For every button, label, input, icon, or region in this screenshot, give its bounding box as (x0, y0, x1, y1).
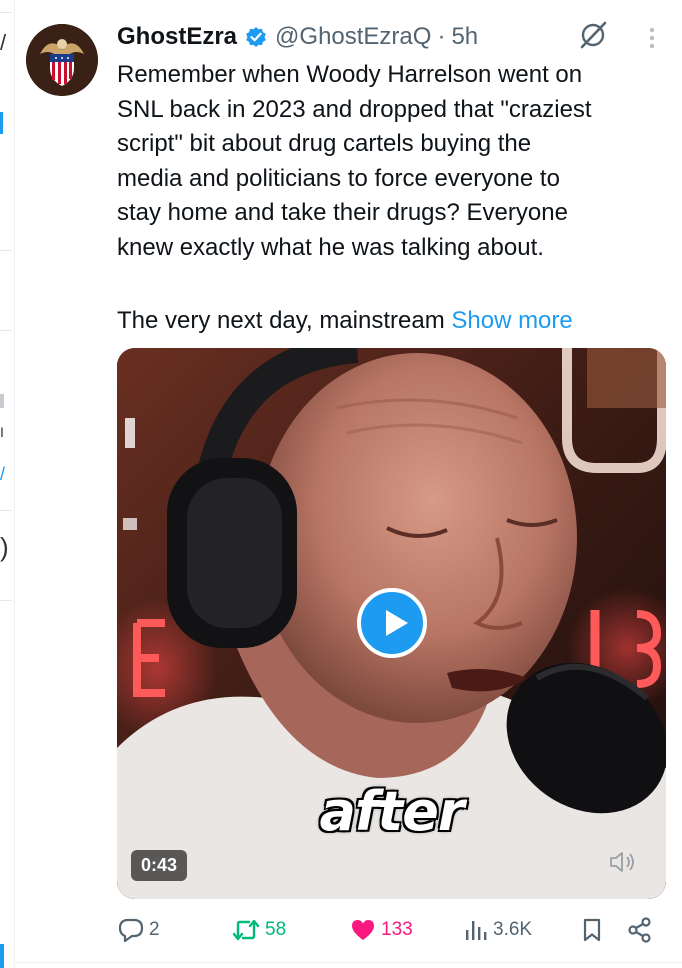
verified-badge-icon (245, 26, 267, 48)
play-icon (386, 610, 408, 636)
bookmark-icon (583, 918, 601, 942)
views-button[interactable]: 3.6K (463, 912, 532, 948)
column-divider (14, 0, 15, 968)
edge-accent (0, 944, 4, 968)
edge-scrollbar (0, 394, 4, 408)
repost-icon (232, 919, 260, 941)
edge-divider (0, 600, 12, 601)
reply-icon (118, 918, 144, 943)
heart-icon (352, 920, 374, 940)
video-player[interactable]: after 0:43 (117, 348, 666, 899)
repost-button[interactable]: 58 (231, 912, 286, 948)
tweet-text-truncated: The very next day, mainstream (117, 307, 452, 334)
edge-divider (0, 330, 12, 331)
tweet-divider (14, 962, 682, 963)
play-button[interactable] (357, 588, 427, 658)
video-caption: after (319, 780, 464, 843)
action-bar: 2 58 133 3.6K (117, 912, 662, 948)
edge-glyph: / (0, 464, 6, 484)
volume-muted-icon[interactable] (605, 845, 639, 879)
video-duration: 0:43 (131, 850, 188, 881)
handle[interactable]: @GhostEzraQ (275, 23, 431, 51)
more-vertical-icon[interactable] (644, 24, 660, 52)
reply-button[interactable]: 2 (117, 912, 160, 948)
display-name[interactable]: GhostEzra (117, 23, 237, 51)
edge-glyph: ) (0, 532, 9, 562)
show-more-link[interactable]: Show more (451, 307, 572, 334)
edge-glyph: I (0, 424, 4, 440)
tweet-text: Remember when Woody Harrelson went on SN… (117, 61, 592, 261)
edge-divider (0, 510, 12, 511)
bookmark-button[interactable] (579, 912, 605, 948)
like-button[interactable]: 133 (349, 912, 413, 948)
avatar[interactable] (26, 24, 98, 96)
share-icon (628, 917, 651, 943)
tweet-header: GhostEzra @GhostEzraQ · 5h (117, 20, 478, 54)
view-count: 3.6K (493, 919, 533, 940)
tweet-text-continued: The very next day, mainstream Show more (117, 304, 662, 339)
tweet-page: / I / ) GhostEzra @GhostEzraQ · 5h Remem… (0, 0, 682, 968)
like-count: 133 (381, 919, 413, 940)
edge-divider (0, 250, 12, 251)
separator: · (437, 23, 446, 50)
left-column-edge: / I / ) (0, 0, 14, 968)
timestamp[interactable]: 5h (451, 23, 478, 51)
edge-glyph: / (0, 30, 7, 55)
repost-count: 58 (265, 919, 287, 940)
share-button[interactable] (625, 912, 655, 948)
edge-accent (0, 112, 3, 134)
edge-divider (0, 12, 12, 13)
reply-count: 2 (149, 919, 160, 940)
views-icon (466, 921, 487, 940)
grok-icon[interactable] (578, 20, 608, 50)
